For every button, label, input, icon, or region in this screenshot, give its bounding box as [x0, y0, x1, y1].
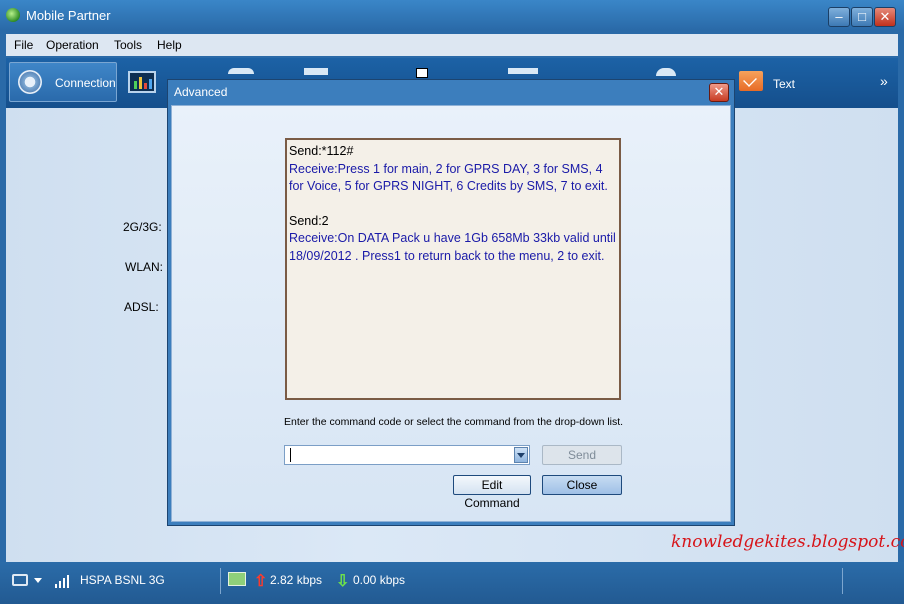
- log-send-line: Send:2: [289, 213, 329, 228]
- log-receive-line: Receive:Press 1 for main, 2 for GPRS DAY…: [289, 161, 608, 194]
- text-caret: [290, 448, 291, 462]
- statistics-icon[interactable]: [128, 71, 156, 93]
- partial-toolbar-icon[interactable]: [656, 68, 676, 76]
- maximize-button[interactable]: □: [851, 7, 873, 27]
- status-divider: [220, 568, 221, 594]
- signal-strength-icon: [55, 572, 71, 588]
- network-status: HSPA BSNL 3G: [80, 573, 165, 587]
- dialog-close-button[interactable]: ✕: [709, 83, 729, 102]
- partial-toolbar-icon[interactable]: [416, 68, 428, 78]
- command-prompt: Enter the command code or select the com…: [284, 416, 624, 428]
- download-arrow-icon: ⇩: [336, 573, 350, 590]
- text-message-icon[interactable]: [739, 71, 763, 91]
- upload-speed: 2.82 kbps: [270, 573, 323, 587]
- dialog-title: Advanced: [174, 85, 228, 99]
- label-adsl: ADSL:: [124, 300, 159, 314]
- connection-button[interactable]: Connection: [9, 62, 117, 102]
- send-button[interactable]: Send: [542, 445, 622, 465]
- partial-toolbar-icon[interactable]: [304, 68, 328, 75]
- menu-tools[interactable]: Tools: [114, 38, 142, 52]
- label-2g3g: 2G/3G:: [123, 220, 162, 234]
- close-button[interactable]: ✕: [874, 7, 896, 27]
- toolbar-overflow-chevron-icon[interactable]: »: [880, 73, 888, 89]
- edit-command-button[interactable]: Edit Command: [453, 475, 531, 510]
- window-title: Mobile Partner: [26, 8, 111, 23]
- partial-toolbar-icon[interactable]: [508, 68, 538, 74]
- log-spacer: [289, 196, 617, 213]
- menu-operation[interactable]: Operation: [46, 38, 99, 52]
- menu-file[interactable]: File: [14, 38, 33, 52]
- upload-arrow-icon: ⇧: [254, 573, 268, 590]
- status-bar: HSPA BSNL 3G ⇧ 2.82 kbps ⇩ 0.00 kbps: [0, 562, 904, 604]
- dialog-client-area: Send:*112# Receive:Press 1 for main, 2 f…: [171, 105, 731, 522]
- traffic-monitor-icon: [228, 572, 246, 586]
- dialog-close-action-button[interactable]: Close: [542, 475, 622, 495]
- device-icon[interactable]: [12, 574, 28, 586]
- mobile-partner-logo-icon: [6, 8, 20, 22]
- application-window: Mobile Partner – □ ✕ File Operation Tool…: [0, 0, 904, 604]
- chevron-down-icon[interactable]: [34, 578, 42, 583]
- advanced-dialog: Advanced ✕ Send:*112# Receive:Press 1 fo…: [167, 79, 735, 526]
- menu-bar: File Operation Tools Help: [6, 34, 898, 56]
- title-bar[interactable]: Mobile Partner – □ ✕: [0, 0, 904, 34]
- download-speed: 0.00 kbps: [353, 573, 406, 587]
- dropdown-chevron-icon[interactable]: [514, 447, 528, 463]
- log-receive-line: Receive:On DATA Pack u have 1Gb 658Mb 33…: [289, 231, 616, 263]
- connection-refresh-icon: [18, 70, 42, 94]
- ussd-log[interactable]: Send:*112# Receive:Press 1 for main, 2 f…: [285, 138, 621, 400]
- log-send-line: Send:*112#: [289, 144, 354, 158]
- status-divider: [842, 568, 843, 594]
- partial-toolbar-icon[interactable]: [228, 68, 254, 74]
- menu-help[interactable]: Help: [157, 38, 182, 52]
- watermark: knowledgekites.blogspot.com: [671, 532, 904, 552]
- label-wlan: WLAN:: [125, 260, 164, 274]
- connection-label: Connection: [55, 76, 116, 90]
- command-input[interactable]: [284, 445, 530, 465]
- minimize-button[interactable]: –: [828, 7, 850, 27]
- text-label[interactable]: Text: [773, 77, 795, 91]
